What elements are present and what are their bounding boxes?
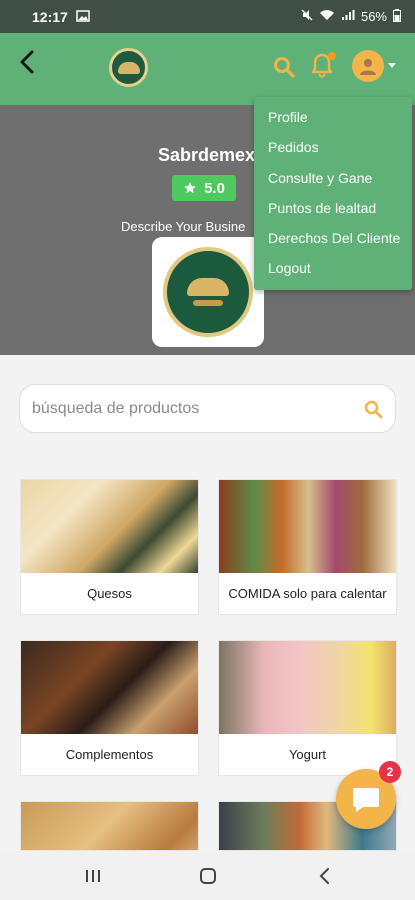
menu-item-consulte-y-gane[interactable]: Consulte y Gane [254,163,412,193]
back-arrow-icon [20,50,34,74]
system-nav-bar [0,851,415,900]
system-back-button[interactable] [310,865,340,887]
star-icon [184,182,196,194]
rating-badge: 5.0 [172,175,236,201]
home-button[interactable] [193,865,223,887]
menu-item-logout[interactable]: Logout [254,253,412,283]
category-card-yogurt[interactable]: Yogurt [218,640,397,776]
battery-level: 56% [360,9,387,24]
mute-icon [301,9,313,24]
category-image [219,641,396,734]
menu-item-derechos-del-cliente[interactable]: Derechos Del Cliente [254,223,412,253]
recent-apps-icon [86,870,100,882]
category-card-comida[interactable]: COMIDA solo para calentar [218,479,397,615]
rating-value: 5.0 [204,179,225,197]
chevron-left-icon [319,868,329,884]
store-name: Sabrdemex [158,145,256,165]
sombrero-shape [187,278,229,296]
menu-item-puntos-de-lealtad[interactable]: Puntos de lealtad [254,193,412,223]
user-dropdown-menu: Profile Pedidos Consulte y Gane Puntos d… [254,97,412,290]
signal-icon [341,9,355,24]
header-search-button[interactable] [272,55,296,79]
category-label: COMIDA solo para calentar [228,586,387,601]
status-time: 12:17 [32,8,68,25]
category-image [21,641,198,734]
wifi-icon [319,9,335,24]
chevron-down-icon[interactable] [388,63,396,68]
store-logo [163,247,253,337]
mustache-shape [193,300,223,306]
product-search-bar [19,384,396,433]
home-icon [200,868,216,884]
product-search-input[interactable] [32,397,352,421]
user-avatar-button[interactable] [352,50,384,82]
store-description: Describe Your Busine [121,219,246,234]
user-avatar-icon [360,59,376,75]
app-header [0,33,415,105]
gallery-icon [76,9,90,25]
menu-item-pedidos[interactable]: Pedidos [254,132,412,162]
status-bar: 12:17 56% [0,0,415,33]
search-icon [274,57,295,78]
notification-dot [328,52,336,60]
category-image [21,802,198,850]
store-logo-card [152,237,264,347]
back-button[interactable] [12,49,42,83]
battery-icon [393,8,401,25]
logo-sombrero-shape [117,61,140,74]
status-right: 56% [301,8,401,25]
category-label: Quesos [87,586,132,601]
recent-apps-button[interactable] [78,865,108,887]
category-label: Complementos [65,747,154,762]
category-card-quesos[interactable]: Quesos [20,479,199,615]
menu-item-profile[interactable]: Profile [254,102,412,132]
category-image [219,480,396,573]
notifications-button[interactable] [310,52,336,80]
restaurant-logo[interactable] [109,48,148,87]
category-image [21,480,198,573]
chat-icon [353,788,379,812]
search-icon[interactable] [363,399,383,419]
category-card-5[interactable] [20,801,199,851]
category-card-complementos[interactable]: Complementos [20,640,199,776]
status-left: 12:17 [14,9,90,25]
chat-badge: 2 [379,761,401,783]
